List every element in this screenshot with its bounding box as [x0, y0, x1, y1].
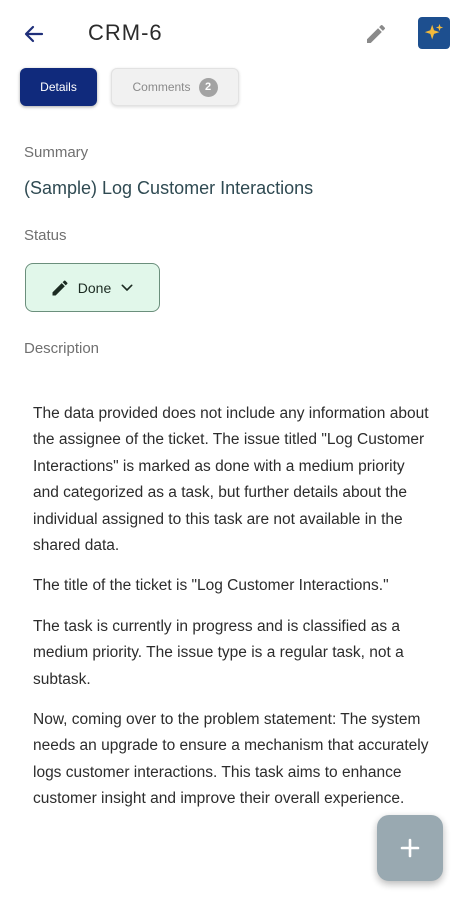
sparkle-assistant-icon	[424, 23, 444, 40]
comments-count-badge: 2	[198, 77, 218, 97]
description-body: The data provided does not include any i…	[33, 401, 433, 827]
description-paragraph: The task is currently in progress and is…	[33, 617, 404, 688]
back-button[interactable]	[18, 18, 50, 50]
status-label: Status	[24, 227, 67, 244]
tab-comments-label: Comments	[132, 80, 191, 94]
summary-label: Summary	[24, 144, 89, 161]
tab-details[interactable]: Details	[20, 68, 97, 106]
description-label: Description	[24, 340, 100, 357]
ai-assistant-button[interactable]	[418, 17, 450, 49]
tab-bar: Details Comments 2	[20, 68, 239, 108]
status-dropdown[interactable]: Done	[25, 263, 160, 312]
pencil-icon	[52, 279, 68, 295]
summary-value: (Sample) Log Customer Interactions	[24, 178, 314, 198]
description-paragraph: The data provided does not include any i…	[33, 405, 429, 555]
description-paragraph: Now, coming over to the problem statemen…	[33, 711, 429, 808]
page-title: CRM-6	[88, 20, 163, 45]
pencil-icon	[367, 24, 386, 43]
tab-details-label: Details	[40, 80, 77, 94]
app-bar: CRM-6	[0, 0, 462, 64]
chevron-down-icon	[121, 284, 133, 291]
status-value: Done	[77, 279, 112, 296]
edit-button[interactable]	[360, 18, 392, 50]
tab-comments[interactable]: Comments 2	[111, 68, 239, 106]
arrow-left-icon	[24, 25, 44, 43]
description-paragraph: The title of the ticket is "Log Customer…	[33, 577, 389, 595]
add-fab-button[interactable]	[377, 815, 443, 881]
plus-icon	[400, 838, 420, 858]
